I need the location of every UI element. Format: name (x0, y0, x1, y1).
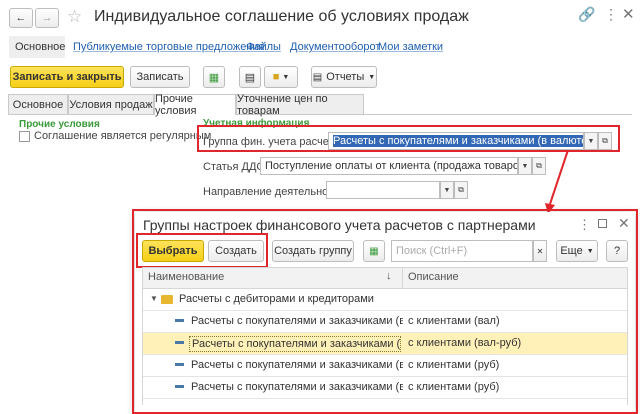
regular-checkbox-label: Соглашение является регулярным (34, 130, 212, 142)
nav-docflow[interactable]: Документооборот (290, 41, 380, 53)
item-icon (175, 363, 184, 366)
chevron-down-icon: ▼ (521, 162, 529, 170)
folder-icon (161, 295, 173, 304)
row-name: Расчеты с покупателями и заказчиками (в … (191, 315, 403, 327)
nav-files[interactable]: Файлы (246, 41, 281, 53)
search-clear-button[interactable]: ✕ (533, 240, 547, 262)
row-desc: с клиентами (вал) (408, 315, 500, 327)
dialog-close-icon[interactable]: ✕ (618, 215, 630, 232)
refresh-icon: ▦ (369, 245, 379, 257)
search-input[interactable]: Поиск (Ctrl+F) (391, 240, 533, 262)
forward-button[interactable]: → (35, 8, 59, 28)
attach-menu-button[interactable]: ■ ▼ (264, 66, 298, 88)
nav-notes[interactable]: Мои заметки (378, 41, 443, 53)
table-row-selected[interactable]: Расчеты с покупателями и заказчиками (в … (143, 333, 627, 355)
dds-dropdown-button[interactable]: ▼ (518, 157, 532, 175)
dds-field[interactable]: Поступление оплаты от клиента (продажа т… (260, 157, 518, 175)
arrow-left-icon: ← (15, 12, 27, 24)
window-title: Индивидуальное соглашение об условиях пр… (94, 8, 469, 25)
create-group-button[interactable]: Создать группу (272, 240, 354, 262)
close-icon[interactable]: ✕ (622, 5, 635, 23)
folder-icon: ■ (272, 71, 280, 83)
connector-arrow (545, 149, 569, 214)
chevron-down-icon: ▼ (368, 73, 376, 81)
direction-open-button[interactable]: ⧉ (454, 181, 468, 199)
dialog-menu-icon[interactable]: ⋮ (578, 217, 591, 233)
refresh-icon-button[interactable]: ▦ (363, 240, 385, 262)
row-desc: с клиентами (руб) (408, 359, 500, 371)
dds-label: Статья ДДС: (203, 161, 268, 173)
open-icon: ⧉ (458, 185, 464, 194)
table-row[interactable]: Расчеты с покупателями и заказчиками (в … (143, 355, 627, 377)
col-divider (402, 267, 403, 289)
save-close-button[interactable]: Записать и закрыть (10, 66, 124, 88)
reports-label: Отчеты (326, 71, 365, 83)
chevron-down-icon: ▼ (282, 73, 290, 81)
more-label: Еще (560, 245, 583, 257)
row-desc: с клиентами (руб) (408, 381, 500, 393)
col-desc-header[interactable]: Описание (408, 271, 459, 283)
row-name: Расчеты с покупателями и заказчиками (в … (189, 336, 401, 352)
chevron-down-icon: ▼ (443, 186, 451, 194)
col-name-header[interactable]: Наименование (148, 271, 224, 283)
dialog-title: Группы настроек финансового учета расчет… (143, 217, 536, 233)
more-menu-icon[interactable]: ⋮ (604, 6, 618, 23)
table-row[interactable]: Расчеты с покупателями и заказчиками (в … (143, 377, 627, 399)
sort-arrow-icon: ↓ (386, 270, 392, 282)
tab-price-clarification[interactable]: Уточнение цен по товарам (236, 93, 364, 117)
item-icon (175, 385, 184, 388)
regular-checkbox[interactable] (19, 131, 30, 142)
row-desc: с клиентами (вал-руб) (408, 337, 522, 349)
direction-dropdown-button[interactable]: ▼ (440, 181, 454, 199)
tab-main[interactable]: Основное (8, 94, 68, 114)
structure-icon-button[interactable]: ▦ (203, 66, 225, 88)
help-button[interactable]: ? (606, 240, 628, 262)
group-row-label: Расчеты с дебиторами и кредиторами (179, 293, 374, 305)
row-name: Расчеты с покупателями и заказчиками (в … (191, 381, 403, 393)
clear-icon: ✕ (536, 246, 544, 256)
chevron-down-icon: ▼ (586, 247, 594, 255)
title-bar: ← → ☆ Индивидуальное соглашение об услов… (0, 0, 640, 36)
link-icon[interactable]: 🔗 (578, 6, 595, 23)
dialog-maximize-icon[interactable] (598, 219, 607, 228)
other-terms-header: Прочие условия (19, 119, 100, 130)
print-icon-button[interactable]: ▤ (239, 66, 261, 88)
more-button[interactable]: Еще ▼ (556, 240, 598, 262)
table-row[interactable]: Расчеты с покупателями и заказчиками (в … (143, 311, 627, 333)
reports-button[interactable]: ▤ Отчеты ▼ (311, 66, 377, 88)
nav-trade-offers[interactable]: Публикуемые торговые предложения (73, 41, 265, 53)
tab-other-terms[interactable]: Прочие условия (154, 93, 236, 117)
item-icon (175, 341, 184, 344)
arrow-right-icon: → (41, 12, 53, 24)
row-name: Расчеты с покупателями и заказчиками (в … (191, 359, 403, 371)
direction-field[interactable] (326, 181, 440, 199)
item-icon (175, 319, 184, 322)
nav-main[interactable]: Основное (15, 41, 65, 53)
favorite-star-icon[interactable]: ☆ (67, 7, 82, 27)
structure-icon: ▦ (208, 71, 220, 84)
save-button[interactable]: Записать (130, 66, 190, 88)
reports-icon: ▤ (312, 71, 323, 83)
collapse-triangle-icon[interactable]: ▼ (150, 294, 158, 303)
group-row[interactable]: ▼ Расчеты с дебиторами и кредиторами (143, 289, 627, 311)
tab-sales-terms[interactable]: Условия продаж (68, 94, 154, 114)
print-icon: ▤ (244, 71, 256, 84)
select-create-highlight (136, 233, 268, 268)
back-button[interactable]: ← (9, 8, 33, 28)
